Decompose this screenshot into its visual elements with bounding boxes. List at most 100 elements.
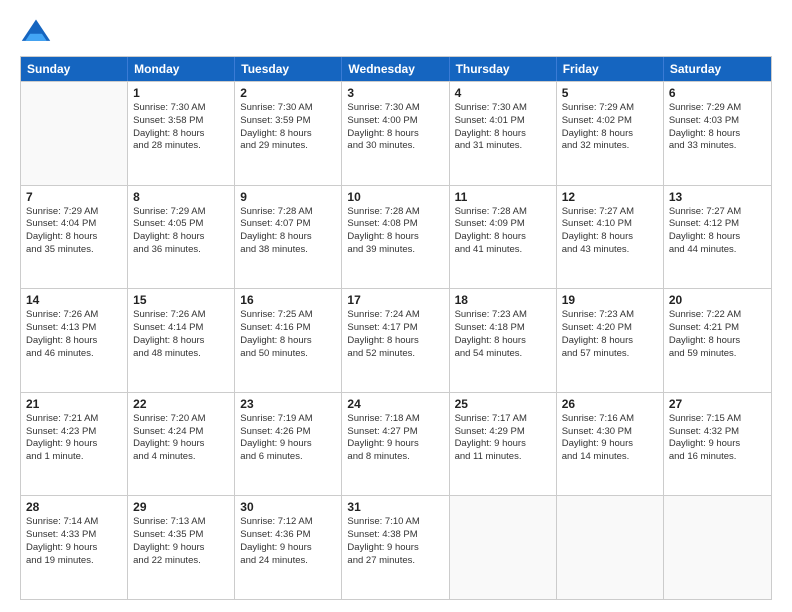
cell-line-1: Sunset: 4:20 PM [562,322,658,335]
cell-line-0: Sunrise: 7:10 AM [347,516,443,529]
cal-week-4: 21Sunrise: 7:21 AMSunset: 4:23 PMDayligh… [21,392,771,496]
cell-line-1: Sunset: 4:27 PM [347,426,443,439]
cell-line-2: Daylight: 8 hours [347,231,443,244]
cell-line-1: Sunset: 4:02 PM [562,115,658,128]
cell-line-1: Sunset: 4:36 PM [240,529,336,542]
day-number: 29 [133,500,229,514]
cell-line-3: and 1 minute. [26,451,122,464]
cell-line-0: Sunrise: 7:27 AM [669,206,766,219]
cell-line-1: Sunset: 4:00 PM [347,115,443,128]
cell-line-2: Daylight: 9 hours [455,438,551,451]
cal-day-6: 6Sunrise: 7:29 AMSunset: 4:03 PMDaylight… [664,82,771,185]
cell-line-3: and 30 minutes. [347,140,443,153]
cell-line-0: Sunrise: 7:17 AM [455,413,551,426]
cal-header-wednesday: Wednesday [342,57,449,81]
cell-line-2: Daylight: 9 hours [347,438,443,451]
cell-line-0: Sunrise: 7:24 AM [347,309,443,322]
day-number: 11 [455,190,551,204]
day-number: 28 [26,500,122,514]
cell-line-2: Daylight: 8 hours [669,128,766,141]
cell-line-2: Daylight: 9 hours [240,542,336,555]
header [20,16,772,48]
cell-line-1: Sunset: 4:16 PM [240,322,336,335]
calendar-header-row: SundayMondayTuesdayWednesdayThursdayFrid… [21,57,771,81]
cell-line-1: Sunset: 4:12 PM [669,218,766,231]
cell-line-1: Sunset: 4:18 PM [455,322,551,335]
cell-line-2: Daylight: 8 hours [133,128,229,141]
cell-line-0: Sunrise: 7:29 AM [669,102,766,115]
cell-line-2: Daylight: 8 hours [240,335,336,348]
cell-line-3: and 8 minutes. [347,451,443,464]
cell-line-2: Daylight: 9 hours [240,438,336,451]
cell-line-1: Sunset: 4:09 PM [455,218,551,231]
cell-line-2: Daylight: 8 hours [455,128,551,141]
cell-line-2: Daylight: 8 hours [562,335,658,348]
cell-line-3: and 36 minutes. [133,244,229,257]
day-number: 5 [562,86,658,100]
cell-line-0: Sunrise: 7:19 AM [240,413,336,426]
cell-line-2: Daylight: 8 hours [562,128,658,141]
cell-line-1: Sunset: 4:08 PM [347,218,443,231]
day-number: 26 [562,397,658,411]
cell-line-3: and 48 minutes. [133,348,229,361]
calendar: SundayMondayTuesdayWednesdayThursdayFrid… [20,56,772,600]
cell-line-3: and 46 minutes. [26,348,122,361]
cell-line-0: Sunrise: 7:29 AM [133,206,229,219]
cell-line-0: Sunrise: 7:18 AM [347,413,443,426]
cal-day-14: 14Sunrise: 7:26 AMSunset: 4:13 PMDayligh… [21,289,128,392]
cell-line-3: and 24 minutes. [240,555,336,568]
cell-line-3: and 54 minutes. [455,348,551,361]
cal-day-28: 28Sunrise: 7:14 AMSunset: 4:33 PMDayligh… [21,496,128,599]
cell-line-1: Sunset: 4:04 PM [26,218,122,231]
cal-empty-cell [450,496,557,599]
cal-day-31: 31Sunrise: 7:10 AMSunset: 4:38 PMDayligh… [342,496,449,599]
cell-line-2: Daylight: 8 hours [347,128,443,141]
day-number: 21 [26,397,122,411]
cal-empty-cell [557,496,664,599]
logo [20,16,56,48]
day-number: 3 [347,86,443,100]
cell-line-1: Sunset: 4:03 PM [669,115,766,128]
cal-header-sunday: Sunday [21,57,128,81]
cell-line-0: Sunrise: 7:30 AM [455,102,551,115]
cell-line-2: Daylight: 8 hours [133,231,229,244]
cal-day-23: 23Sunrise: 7:19 AMSunset: 4:26 PMDayligh… [235,393,342,496]
day-number: 19 [562,293,658,307]
cell-line-0: Sunrise: 7:30 AM [240,102,336,115]
cal-day-7: 7Sunrise: 7:29 AMSunset: 4:04 PMDaylight… [21,186,128,289]
cell-line-0: Sunrise: 7:14 AM [26,516,122,529]
cell-line-1: Sunset: 4:01 PM [455,115,551,128]
cell-line-3: and 50 minutes. [240,348,336,361]
day-number: 12 [562,190,658,204]
cell-line-3: and 32 minutes. [562,140,658,153]
cell-line-0: Sunrise: 7:30 AM [347,102,443,115]
cell-line-2: Daylight: 9 hours [26,542,122,555]
cal-day-13: 13Sunrise: 7:27 AMSunset: 4:12 PMDayligh… [664,186,771,289]
cell-line-3: and 39 minutes. [347,244,443,257]
cell-line-2: Daylight: 8 hours [669,335,766,348]
day-number: 4 [455,86,551,100]
day-number: 24 [347,397,443,411]
cell-line-0: Sunrise: 7:28 AM [240,206,336,219]
cal-day-26: 26Sunrise: 7:16 AMSunset: 4:30 PMDayligh… [557,393,664,496]
cell-line-0: Sunrise: 7:16 AM [562,413,658,426]
cell-line-1: Sunset: 4:23 PM [26,426,122,439]
cell-line-1: Sunset: 4:13 PM [26,322,122,335]
cell-line-0: Sunrise: 7:23 AM [455,309,551,322]
cal-day-12: 12Sunrise: 7:27 AMSunset: 4:10 PMDayligh… [557,186,664,289]
day-number: 23 [240,397,336,411]
cell-line-3: and 33 minutes. [669,140,766,153]
cell-line-1: Sunset: 4:32 PM [669,426,766,439]
cell-line-3: and 29 minutes. [240,140,336,153]
cell-line-3: and 11 minutes. [455,451,551,464]
day-number: 7 [26,190,122,204]
cal-empty-cell [664,496,771,599]
cell-line-1: Sunset: 4:29 PM [455,426,551,439]
cell-line-1: Sunset: 4:38 PM [347,529,443,542]
cal-header-monday: Monday [128,57,235,81]
day-number: 15 [133,293,229,307]
cell-line-0: Sunrise: 7:30 AM [133,102,229,115]
day-number: 8 [133,190,229,204]
cell-line-3: and 27 minutes. [347,555,443,568]
cal-day-27: 27Sunrise: 7:15 AMSunset: 4:32 PMDayligh… [664,393,771,496]
